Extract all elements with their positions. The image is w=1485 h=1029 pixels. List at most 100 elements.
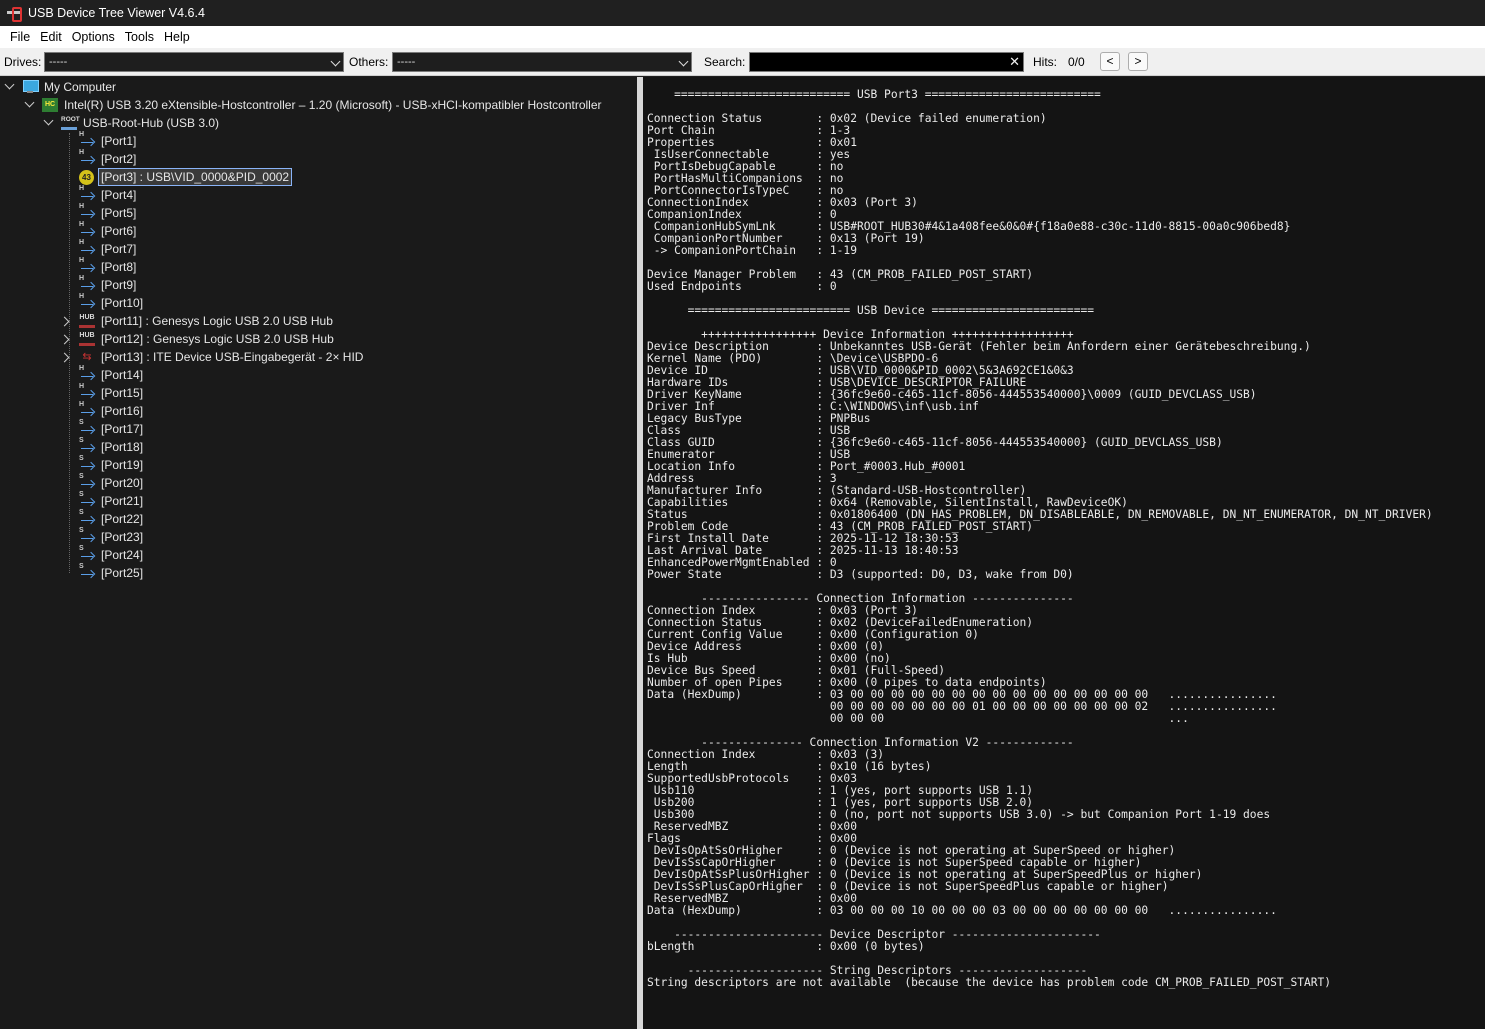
usb-port-icon: S <box>79 473 95 490</box>
menu-options[interactable]: Options <box>67 26 120 48</box>
prev-hit-button[interactable]: < <box>1100 52 1120 71</box>
tree-item-label: USB-Root-Hub (USB 3.0) <box>83 116 220 130</box>
tree-item-port[interactable]: H [Port5] <box>79 203 138 222</box>
usb-port-icon: H <box>79 149 95 166</box>
menu-tools[interactable]: Tools <box>120 26 159 48</box>
collapse-icon[interactable] <box>43 117 55 129</box>
menu-help[interactable]: Help <box>159 26 195 48</box>
tree-item-label: [Port6] <box>101 224 137 238</box>
tree-item-label: [Port23] <box>101 530 144 544</box>
host-controller-icon: HC <box>42 98 58 112</box>
tree-item-port[interactable]: S [Port22] <box>79 509 145 528</box>
expand-icon[interactable] <box>61 351 73 363</box>
collapse-icon[interactable] <box>24 99 36 111</box>
tree-item-port[interactable]: H [Port6] <box>79 221 138 240</box>
tree-item-label: [Port3] : USB\VID_0000&PID_0002 <box>98 168 293 186</box>
tree-item-label: [Port19] <box>101 458 144 472</box>
usb-port-icon: S <box>79 545 95 562</box>
tree-item-label: Intel(R) USB 3.20 eXtensible-Hostcontrol… <box>64 98 602 112</box>
usb-port-icon: H <box>79 221 95 238</box>
tree-item-port[interactable]: S [Port25] <box>79 563 145 582</box>
menu-bar: File Edit Options Tools Help <box>0 26 1485 48</box>
tree-item-root-hub[interactable]: ROOT USB-Root-Hub (USB 3.0) <box>43 114 221 132</box>
expand-icon[interactable] <box>61 333 73 345</box>
tree-item-port[interactable]: H [Port14] <box>79 365 145 384</box>
usb-hub-icon: HUB <box>79 332 95 346</box>
usb-port-icon: H <box>79 131 95 148</box>
menu-file[interactable]: File <box>5 26 35 48</box>
usb-port-icon: S <box>79 455 95 472</box>
tree-item-port[interactable]: H [Port4] <box>79 185 138 204</box>
tree-item-port-selected[interactable]: 43 [Port3] : USB\VID_0000&PID_0002 <box>79 168 293 186</box>
tree-item-label: [Port2] <box>101 152 137 166</box>
tree-item-label: [Port14] <box>101 368 144 382</box>
usb-port-icon: S <box>79 491 95 508</box>
tree-item-port[interactable]: S [Port17] <box>79 419 145 438</box>
tree-item-port[interactable]: H [Port1] <box>79 131 138 150</box>
toolbar: Drives: ----- Others: ----- Search: ✕ Hi… <box>0 48 1485 76</box>
details-pane[interactable]: ========================== USB Port3 ===… <box>643 77 1485 1029</box>
others-dropdown[interactable]: ----- <box>392 52 692 72</box>
usb-port-icon: H <box>79 293 95 310</box>
chevron-down-icon <box>678 56 689 67</box>
computer-icon <box>22 80 39 94</box>
tree-item-port-hid[interactable]: ⇆ [Port13] : ITE Device USB-Eingabegerät … <box>61 348 365 366</box>
error-badge-icon: 43 <box>79 169 94 185</box>
title-bar: USB Device Tree Viewer V4.6.4 <box>0 0 1485 26</box>
tree-item-label: My Computer <box>44 80 117 94</box>
drives-dropdown[interactable]: ----- <box>44 52 344 72</box>
hits-value: 0/0 <box>1068 55 1085 69</box>
tree-item-port[interactable]: H [Port7] <box>79 239 138 258</box>
tree-item-port[interactable]: S [Port21] <box>79 491 145 510</box>
tree-item-label: [Port22] <box>101 512 144 526</box>
tree-item-label: [Port5] <box>101 206 137 220</box>
tree-item-my-computer[interactable]: My Computer <box>4 78 118 96</box>
tree-item-port[interactable]: H [Port2] <box>79 149 138 168</box>
tree-item-port[interactable]: H [Port9] <box>79 275 138 294</box>
chevron-down-icon <box>330 56 341 67</box>
tree-item-port-hub[interactable]: HUB [Port12] : Genesys Logic USB 2.0 USB … <box>61 330 336 348</box>
usb-port-icon: S <box>79 437 95 454</box>
tree-item-label: [Port15] <box>101 386 144 400</box>
expand-icon[interactable] <box>61 315 73 327</box>
tree-item-host-controller[interactable]: HC Intel(R) USB 3.20 eXtensible-Hostcont… <box>24 96 604 114</box>
tree-item-port-hub[interactable]: HUB [Port11] : Genesys Logic USB 2.0 USB … <box>61 312 335 330</box>
search-input[interactable]: ✕ <box>749 52 1024 72</box>
menu-edit[interactable]: Edit <box>35 26 67 48</box>
tree-item-port[interactable]: H [Port15] <box>79 383 145 402</box>
tree-item-label: [Port4] <box>101 188 137 202</box>
tree-item-port[interactable]: S [Port20] <box>79 473 145 492</box>
tree-item-port[interactable]: H [Port10] <box>79 293 145 312</box>
tree-item-label: [Port10] <box>101 296 144 310</box>
tree-item-label: [Port11] : Genesys Logic USB 2.0 USB Hub <box>101 314 333 328</box>
tree-item-label: [Port8] <box>101 260 137 274</box>
tree-item-port[interactable]: S [Port19] <box>79 455 145 474</box>
others-value: ----- <box>397 56 416 68</box>
tree-item-label: [Port9] <box>101 278 137 292</box>
tree-item-port[interactable]: S [Port24] <box>79 545 145 564</box>
tree-item-label: [Port17] <box>101 422 144 436</box>
tree-item-port[interactable]: S [Port18] <box>79 437 145 456</box>
next-hit-button[interactable]: > <box>1128 52 1148 71</box>
tree-item-label: [Port1] <box>101 134 137 148</box>
clear-search-icon[interactable]: ✕ <box>1009 55 1020 69</box>
usb-port-icon: S <box>79 527 95 544</box>
usb-port-icon: H <box>79 185 95 202</box>
tree-item-label: [Port12] : Genesys Logic USB 2.0 USB Hub <box>101 332 334 346</box>
tree-item-label: [Port13] : ITE Device USB-Eingabegerät -… <box>101 350 364 364</box>
search-label: Search: <box>704 55 746 69</box>
collapse-icon[interactable] <box>4 81 16 93</box>
tree-item-label: [Port24] <box>101 548 144 562</box>
usb-port-icon: S <box>79 563 95 580</box>
root-hub-icon: ROOT <box>61 116 80 130</box>
device-tree[interactable]: My Computer HC Intel(R) USB 3.20 eXtensi… <box>0 77 637 1029</box>
usb-port-icon: S <box>79 509 95 526</box>
tree-item-port[interactable]: H [Port8] <box>79 257 138 276</box>
tree-item-port[interactable]: H [Port16] <box>79 401 145 420</box>
tree-item-label: [Port21] <box>101 494 144 508</box>
usb-port-icon: H <box>79 383 95 400</box>
others-label: Others: <box>349 55 389 69</box>
usb-port-icon: S <box>79 419 95 436</box>
tree-item-label: [Port18] <box>101 440 144 454</box>
tree-item-port[interactable]: S [Port23] <box>79 527 145 546</box>
